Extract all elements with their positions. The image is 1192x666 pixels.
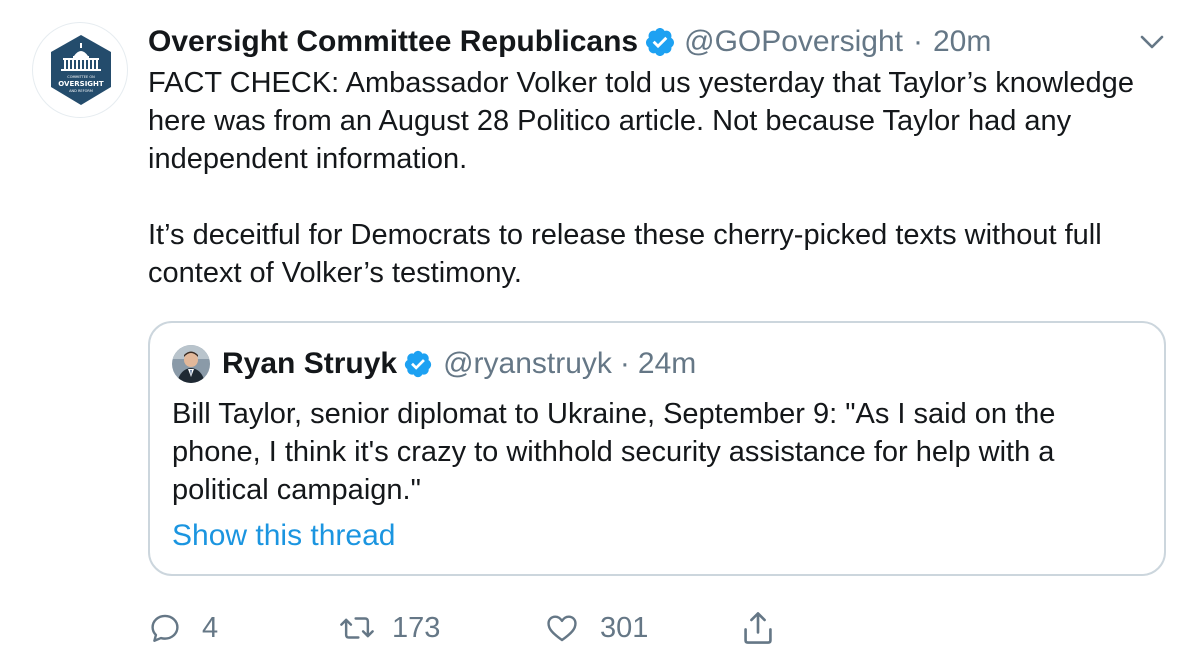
tweet-paragraph: It’s deceitful for Democrats to release … xyxy=(148,219,1102,289)
quoted-tweet-text: Bill Taylor, senior diplomat to Ukraine,… xyxy=(172,398,1056,506)
separator-dot: · xyxy=(619,347,630,380)
reply-count: 4 xyxy=(202,611,219,644)
separator-dot: · xyxy=(912,25,923,58)
show-thread-link[interactable]: Show this thread xyxy=(172,519,395,553)
verified-badge-icon xyxy=(644,26,676,58)
svg-text:AND REFORM: AND REFORM xyxy=(69,89,93,93)
tweet-header: Oversight Committee Republicans @GOPover… xyxy=(148,22,991,62)
tweet: COMMITTEE ON OVERSIGHT AND REFORM Oversi… xyxy=(0,0,1192,666)
quoted-author-handle[interactable]: @ryanstruyk xyxy=(443,347,612,381)
tweet-text: FACT CHECK: Ambassador Volker told us ye… xyxy=(148,64,1158,292)
author-avatar[interactable]: COMMITTEE ON OVERSIGHT AND REFORM xyxy=(32,22,128,118)
svg-text:COMMITTEE ON: COMMITTEE ON xyxy=(67,75,95,79)
tweet-paragraph: FACT CHECK: Ambassador Volker told us ye… xyxy=(148,67,1134,175)
reply-button[interactable]: 4 xyxy=(148,606,218,650)
like-count: 301 xyxy=(600,611,649,644)
quoted-author-avatar[interactable] xyxy=(172,345,210,383)
like-button[interactable]: 301 xyxy=(544,606,648,650)
capitol-logo-icon: COMMITTEE ON OVERSIGHT AND REFORM xyxy=(41,31,121,111)
avatar-logo-text: OVERSIGHT xyxy=(58,80,104,88)
verified-badge-icon xyxy=(403,349,433,379)
chevron-down-icon[interactable] xyxy=(1138,30,1166,54)
share-icon xyxy=(740,609,776,647)
share-button[interactable] xyxy=(740,606,776,650)
tweet-actions: 4 173 301 xyxy=(148,606,808,650)
author-display-name[interactable]: Oversight Committee Republicans xyxy=(148,25,638,59)
author-handle[interactable]: @GOPoversight xyxy=(684,25,903,59)
quoted-tweet[interactable]: Ryan Struyk @ryanstruyk · 24m Bill Taylo… xyxy=(148,321,1166,576)
tweet-timestamp[interactable]: 20m xyxy=(933,25,991,59)
quoted-author-display-name[interactable]: Ryan Struyk xyxy=(222,347,397,381)
retweet-icon xyxy=(338,611,376,645)
retweet-button[interactable]: 173 xyxy=(338,606,440,650)
retweet-count: 173 xyxy=(392,611,441,644)
quoted-tweet-timestamp[interactable]: 24m xyxy=(638,347,696,381)
reply-icon xyxy=(148,611,182,645)
quoted-tweet-header: Ryan Struyk @ryanstruyk · 24m xyxy=(222,343,696,385)
heart-icon xyxy=(544,611,580,645)
